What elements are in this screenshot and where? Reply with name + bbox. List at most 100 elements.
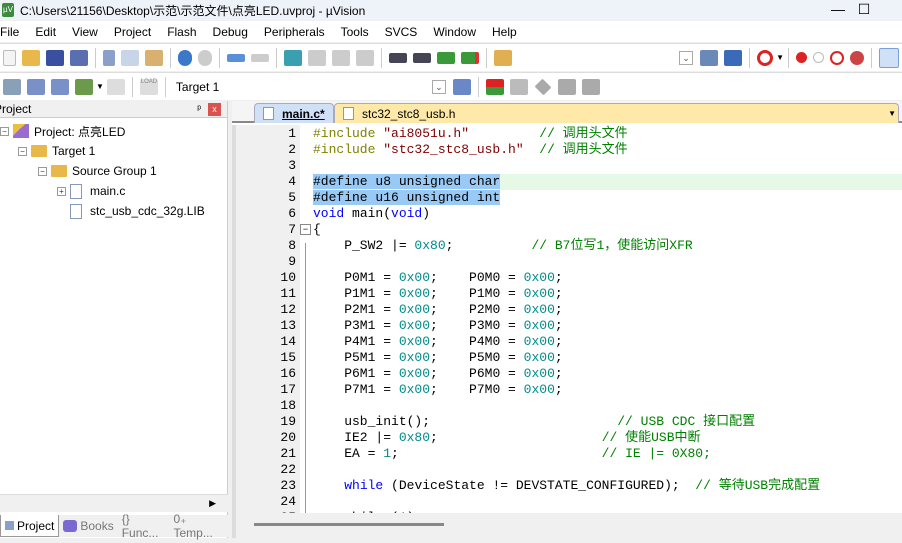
menu-flash[interactable]: Flash (159, 25, 204, 39)
translate-icon[interactable] (3, 78, 21, 95)
cut-icon[interactable] (103, 49, 115, 66)
paste-icon[interactable] (145, 49, 163, 66)
code-line[interactable]: 5 #define u16 unsigned int (236, 190, 902, 206)
code-area[interactable]: − 1 #include "ai8051u.h" // 调用头文件 2 #includ… (232, 125, 902, 513)
code-line[interactable]: 17 P7M1 = 0x00; P7M0 = 0x00; (236, 382, 902, 398)
tree-project[interactable]: − Project: 点亮LED (0, 122, 125, 140)
code-line[interactable]: 4 #define u8 unsigned char (236, 174, 902, 190)
prev-bookmark-icon[interactable] (308, 49, 326, 66)
code-line[interactable]: 3 (236, 158, 902, 174)
insert-breakpoint-icon[interactable] (796, 52, 807, 63)
uncomment-icon[interactable] (461, 51, 479, 64)
close-panel-button[interactable]: x (208, 103, 221, 116)
undo-icon[interactable] (178, 49, 192, 66)
open-folder-icon[interactable] (22, 49, 40, 66)
build-icon[interactable] (27, 78, 45, 95)
code-line[interactable]: 22 (236, 462, 902, 478)
scrollbar-thumb[interactable] (254, 523, 444, 526)
find-dropdown[interactable]: ⌄ (679, 50, 694, 65)
menu-window[interactable]: Window (425, 25, 484, 39)
bookmark-icon[interactable] (284, 49, 302, 66)
pin-icon[interactable]: ᵖ (197, 101, 201, 118)
collapse-icon[interactable]: − (18, 146, 27, 156)
debug-dropdown-arrow-icon[interactable]: ▼ (776, 53, 784, 62)
code-line[interactable]: 11 P1M1 = 0x00; P1M0 = 0x00; (236, 286, 902, 302)
code-line[interactable]: 24 (236, 494, 902, 510)
pack-installer-icon[interactable] (557, 78, 576, 95)
menu-project[interactable]: Project (106, 25, 159, 39)
maximize-button[interactable]: ☐ (849, 0, 879, 20)
code-line[interactable]: 8 P_SW2 |= 0x80; // B7位写1，使能访问XFR (236, 238, 902, 254)
manage-multi-project-icon[interactable] (509, 78, 528, 95)
tree-file-main-c[interactable]: + main.c (57, 182, 125, 200)
save-all-icon[interactable] (70, 49, 88, 66)
software-packs-icon[interactable] (581, 78, 600, 95)
indent-icon[interactable] (389, 52, 407, 63)
select-packs-icon[interactable] (534, 78, 552, 95)
code-line[interactable]: 16 P6M1 = 0x00; P6M0 = 0x00; (236, 366, 902, 382)
tab-stc32-stc8-usb-h[interactable]: stc32_stc8_usb.h ▼ (334, 103, 899, 123)
tree-target[interactable]: − Target 1 (18, 142, 95, 160)
code-line[interactable]: 6 void main(void) (236, 206, 902, 222)
kill-breakpoints-icon[interactable] (850, 50, 864, 65)
find-in-files-icon[interactable] (494, 49, 512, 66)
incremental-find-icon[interactable] (700, 49, 719, 66)
code-line[interactable]: 10 P0M1 = 0x00; P0M0 = 0x00; (236, 270, 902, 286)
redo-icon[interactable] (198, 49, 212, 66)
code-line[interactable]: 12 P2M1 = 0x00; P2M0 = 0x00; (236, 302, 902, 318)
enable-breakpoint-icon[interactable] (813, 52, 824, 63)
menu-view[interactable]: View (64, 25, 106, 39)
menu-peripherals[interactable]: Peripherals (256, 25, 333, 39)
target-dropdown[interactable]: ⌄ (431, 79, 446, 94)
window-layout-icon[interactable] (879, 47, 899, 68)
collapse-icon[interactable]: − (0, 126, 9, 136)
disable-breakpoints-icon[interactable] (830, 50, 844, 65)
batch-build-dropdown-icon[interactable]: ▼ (96, 82, 104, 91)
navigate-forward-icon[interactable] (251, 53, 269, 62)
tree-horizontal-scrollbar[interactable]: ▶ (0, 494, 228, 512)
menu-svcs[interactable]: SVCS (377, 25, 426, 39)
find-icon[interactable] (724, 49, 743, 66)
code-line[interactable]: 1 #include "ai8051u.h" // 调用头文件 (236, 126, 902, 142)
code-line[interactable]: 15 P5M1 = 0x00; P5M0 = 0x00; (236, 350, 902, 366)
clear-bookmarks-icon[interactable] (356, 49, 374, 66)
code-line[interactable]: 14 P4M1 = 0x00; P4M0 = 0x00; (236, 334, 902, 350)
next-bookmark-icon[interactable] (332, 49, 350, 66)
tab-main-c[interactable]: main.c* (254, 103, 334, 123)
collapse-icon[interactable]: − (38, 166, 47, 176)
manage-components-icon[interactable] (485, 78, 504, 95)
code-line[interactable]: 9 (236, 254, 902, 270)
code-line[interactable]: 18 (236, 398, 902, 414)
code-line[interactable]: 2 #include "stc32_stc8_usb.h" // 调用头文件 (236, 142, 902, 158)
tab-functions[interactable]: {} Func... (118, 512, 170, 540)
target-select[interactable]: Target 1 (176, 80, 306, 94)
code-line[interactable]: 23 while (DeviceState != DEVSTATE_CONFIG… (236, 478, 902, 494)
code-line[interactable]: 19 usb_init(); // USB CDC 接口配置 (236, 414, 902, 430)
menu-tools[interactable]: Tools (333, 25, 377, 39)
code-line[interactable]: 21 EA = 1; // IE |= 0X80; (236, 446, 902, 462)
code-line[interactable]: 13 P3M1 = 0x00; P3M0 = 0x00; (236, 318, 902, 334)
tab-books[interactable]: Books (59, 515, 117, 537)
menu-debug[interactable]: Debug (205, 25, 256, 39)
copy-icon[interactable] (121, 49, 139, 66)
code-line[interactable]: 20 IE2 |= 0x80; // 使能USB中断 (236, 430, 902, 446)
comment-icon[interactable] (437, 51, 455, 64)
new-file-icon[interactable] (3, 49, 16, 66)
menu-help[interactable]: Help (484, 25, 525, 39)
code-line[interactable]: 7{ (236, 222, 902, 238)
editor-horizontal-scrollbar[interactable] (232, 513, 902, 538)
load-download-icon[interactable]: LOAD (139, 78, 158, 95)
debug-session-icon[interactable] (757, 49, 774, 66)
stop-build-icon[interactable] (106, 78, 125, 95)
tree-file-lib[interactable]: stc_usb_cdc_32g.LIB (70, 202, 205, 220)
target-options-icon[interactable] (452, 78, 471, 95)
save-icon[interactable] (46, 49, 64, 66)
scroll-right-icon[interactable]: ▶ (209, 498, 216, 509)
tab-templates[interactable]: 0₊ Temp... (169, 512, 228, 540)
expand-icon[interactable]: + (57, 186, 66, 196)
tree-source-group[interactable]: − Source Group 1 (38, 162, 157, 180)
unindent-icon[interactable] (413, 52, 431, 63)
tab-list-dropdown-icon[interactable]: ▼ (888, 109, 896, 118)
navigate-back-icon[interactable] (227, 53, 245, 62)
rebuild-icon[interactable] (51, 78, 69, 95)
